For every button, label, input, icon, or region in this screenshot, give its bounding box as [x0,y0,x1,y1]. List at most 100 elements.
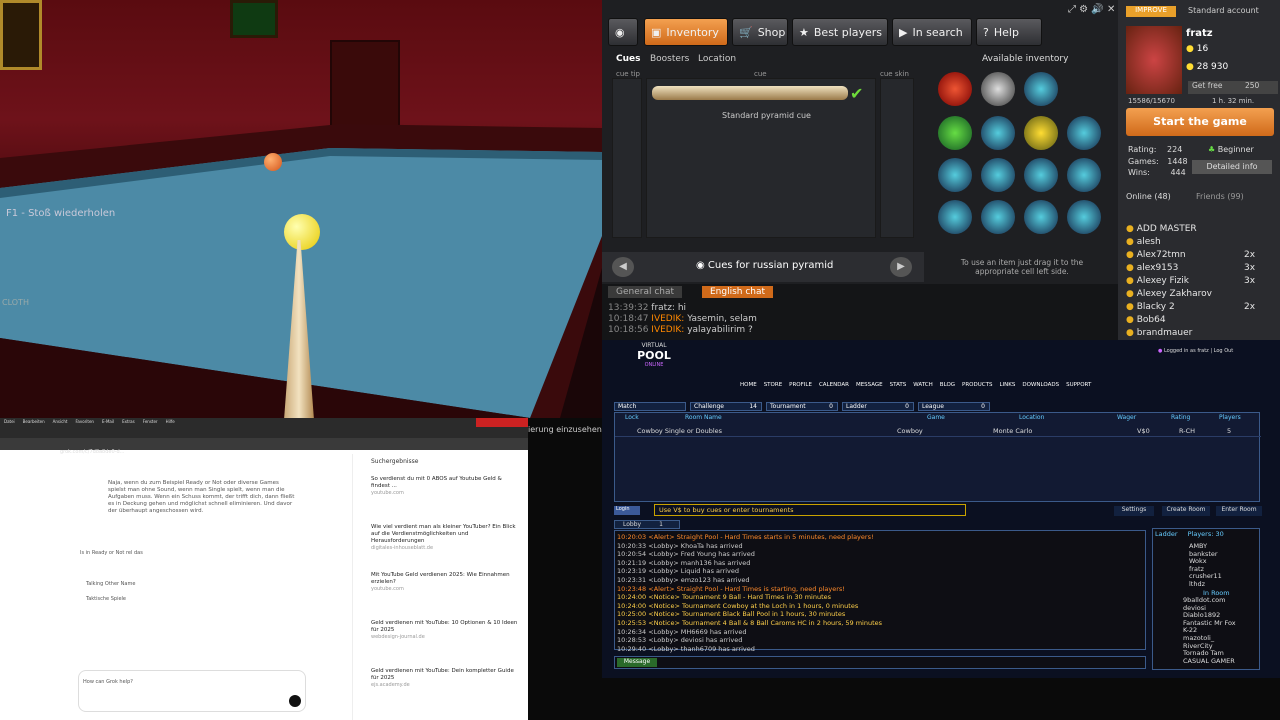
inventory-grid[interactable] [934,72,1106,242]
vp-nav-item[interactable]: CALENDAR [819,382,849,388]
vp-nav-item[interactable]: WATCH [913,382,933,388]
tab-general-chat[interactable]: General chat [608,286,683,298]
ladder-player[interactable]: lthdz [1189,580,1222,589]
vp-nav-item[interactable]: HOME [740,382,757,388]
window-controls[interactable]: ⤢ ⚙ 🔊 ✕ [1068,4,1115,15]
cue-tip-item[interactable] [981,200,1015,234]
cue-tip-item[interactable] [1024,158,1058,192]
tab-online[interactable]: Online (48) [1126,192,1171,201]
nav-best-players[interactable]: ★ Best players [792,18,888,46]
cue-item[interactable] [652,86,848,100]
vp-nav-item[interactable]: PRODUCTS [962,382,992,388]
room-player[interactable]: CASUAL GAMER [1183,657,1236,666]
tab-location[interactable]: Location [698,54,736,64]
online-player[interactable]: ● Alexey Zakharov [1126,289,1212,299]
window-close-icon[interactable] [476,418,528,427]
online-player[interactable]: ● alex9153 3x [1126,263,1255,273]
vp-tabs[interactable]: Match Challenge 14 Tournament 0 Ladder 0 League… [614,402,1004,411]
online-list[interactable]: ● ADD MASTER ● alesh ● Alex72tmn 2x ● alex91… [1118,224,1268,340]
vp-nav-item[interactable]: SUPPORT [1066,382,1091,388]
cue-tip-item[interactable] [1024,72,1058,106]
cue-tip-item[interactable] [981,116,1015,150]
nav-in-search[interactable]: ▶ In search [892,18,972,46]
improve-button[interactable]: IMPROVE [1126,6,1176,17]
start-game-button[interactable]: Start the game [1126,108,1274,136]
online-player[interactable]: ● alesh [1126,237,1161,247]
cue-tip-item[interactable] [1024,116,1058,150]
online-player[interactable]: ● Bob64 [1126,315,1166,325]
signal-button[interactable]: ◉ [608,18,638,46]
online-player[interactable]: ● Blacky 2 2x [1126,302,1255,312]
online-player[interactable]: ● Alexey Fizik 3x [1126,276,1255,286]
menu-item[interactable]: Extras [122,419,135,424]
cue-tip-item[interactable] [1067,200,1101,234]
prev-arrow-icon[interactable]: ◀ [612,257,634,277]
menu-item[interactable]: Ansicht [53,419,68,424]
tab-challenge[interactable]: Challenge 14 [690,402,762,411]
menu-item[interactable]: Fenster [143,419,158,424]
search-result[interactable]: Geld verdienen mit YouTube: Dein komplet… [371,668,519,689]
vp-nav-item[interactable]: STORE [764,382,782,388]
menu-item[interactable]: Bearbeiten [23,419,45,424]
vp-nav-item[interactable]: LINKS [999,382,1015,388]
vp-nav-item[interactable]: BLOG [940,382,955,388]
cue-slots[interactable] [646,78,876,238]
menu-item[interactable]: Hilfe [166,419,175,424]
tab-lobby[interactable]: Lobby 1 [614,520,680,529]
tab-league[interactable]: League 0 [918,402,990,411]
cue-tip-item[interactable] [938,72,972,106]
next-arrow-icon[interactable]: ▶ [890,257,912,277]
browser-menu[interactable]: Datei Bearbeiten Ansicht Favoriten E-Mail Ext… [4,419,183,424]
vp-nav[interactable]: HOME STORE PROFILE CALENDAR MESSAGE STATS WATC… [740,382,1140,388]
tab-ladder[interactable]: Ladder 0 [842,402,914,411]
grok-sidebar[interactable] [4,458,14,718]
tab-boosters[interactable]: Boosters [650,54,689,64]
facebook-login-button[interactable]: Login [614,506,640,515]
enter-room-button[interactable]: Enter Room [1216,506,1262,516]
address-bar[interactable]: grok.com/c/7d8a8de0-d... [0,438,528,455]
nav-shop[interactable]: 🛒 Shop [732,18,788,46]
promo-banner[interactable]: Use V$ to buy cues or enter tournaments [654,504,966,516]
menu-item[interactable]: Favoriten [75,419,94,424]
search-result[interactable]: So verdienst du mit 0 ABOS auf Youtube G… [371,476,519,497]
grok-input[interactable]: How can Grok help? [78,670,306,712]
vp-nav-item[interactable]: MESSAGE [856,382,883,388]
get-free-button[interactable]: Get free 250 [1188,81,1278,94]
send-icon[interactable] [289,695,301,707]
detailed-info-button[interactable]: Detailed info [1192,160,1272,174]
option-1[interactable]: Talking Other Name [86,581,135,588]
settings-button[interactable]: Settings [1114,506,1154,516]
nav-inventory[interactable]: ▣ Inventory [644,18,728,46]
tab-match[interactable]: Match [614,402,686,411]
online-player[interactable]: ● ADD MASTER [1126,224,1197,234]
room-table[interactable]: Lock Room Name Game Location Wager Ratin… [614,412,1261,502]
menu-item[interactable]: Datei [4,419,15,424]
vp-nav-item[interactable]: DOWNLOADS [1022,382,1059,388]
cue-tip-item[interactable] [938,158,972,192]
nav-help[interactable]: ? Help [976,18,1042,46]
pool-game-view[interactable]: F1 - Stoß wiederholen CLOTH [0,0,602,418]
cue-tip-item[interactable] [938,116,972,150]
cue-tip-item[interactable] [1067,158,1101,192]
cue-tip-item[interactable] [938,200,972,234]
ladder-panel[interactable]: Ladder Players: 30 AMBY bankster Wokx fratz… [1152,528,1260,670]
tab-english-chat[interactable]: English chat [702,286,774,298]
menu-item[interactable]: E-Mail [102,419,114,424]
tab-tournament[interactable]: Tournament 0 [766,402,838,411]
cue-tip-item[interactable] [1024,200,1058,234]
cue-tip-item[interactable] [981,72,1015,106]
vp-nav-item[interactable]: PROFILE [789,382,812,388]
cue-tip-item[interactable] [981,158,1015,192]
search-result[interactable]: Mit YouTube Geld verdienen 2025: Wie Ein… [371,572,519,593]
cue-tip-slots[interactable] [612,78,642,238]
online-player[interactable]: ● Alex72tmn 2x [1126,250,1255,260]
cue-skin-slots[interactable] [880,78,914,238]
tab-friends[interactable]: Friends (99) [1196,192,1244,201]
tab-cues[interactable]: Cues [616,54,640,64]
search-result[interactable]: Geld verdienen mit YouTube: 10 Optionen … [371,620,519,641]
create-room-button[interactable]: Create Room [1162,506,1210,516]
vp-nav-item[interactable]: STATS [890,382,907,388]
option-2[interactable]: Taktische Spiele [86,596,126,603]
online-player[interactable]: ● brandmauer [1126,328,1192,338]
search-result[interactable]: Wie viel verdient man als kleiner YouTub… [371,524,519,552]
